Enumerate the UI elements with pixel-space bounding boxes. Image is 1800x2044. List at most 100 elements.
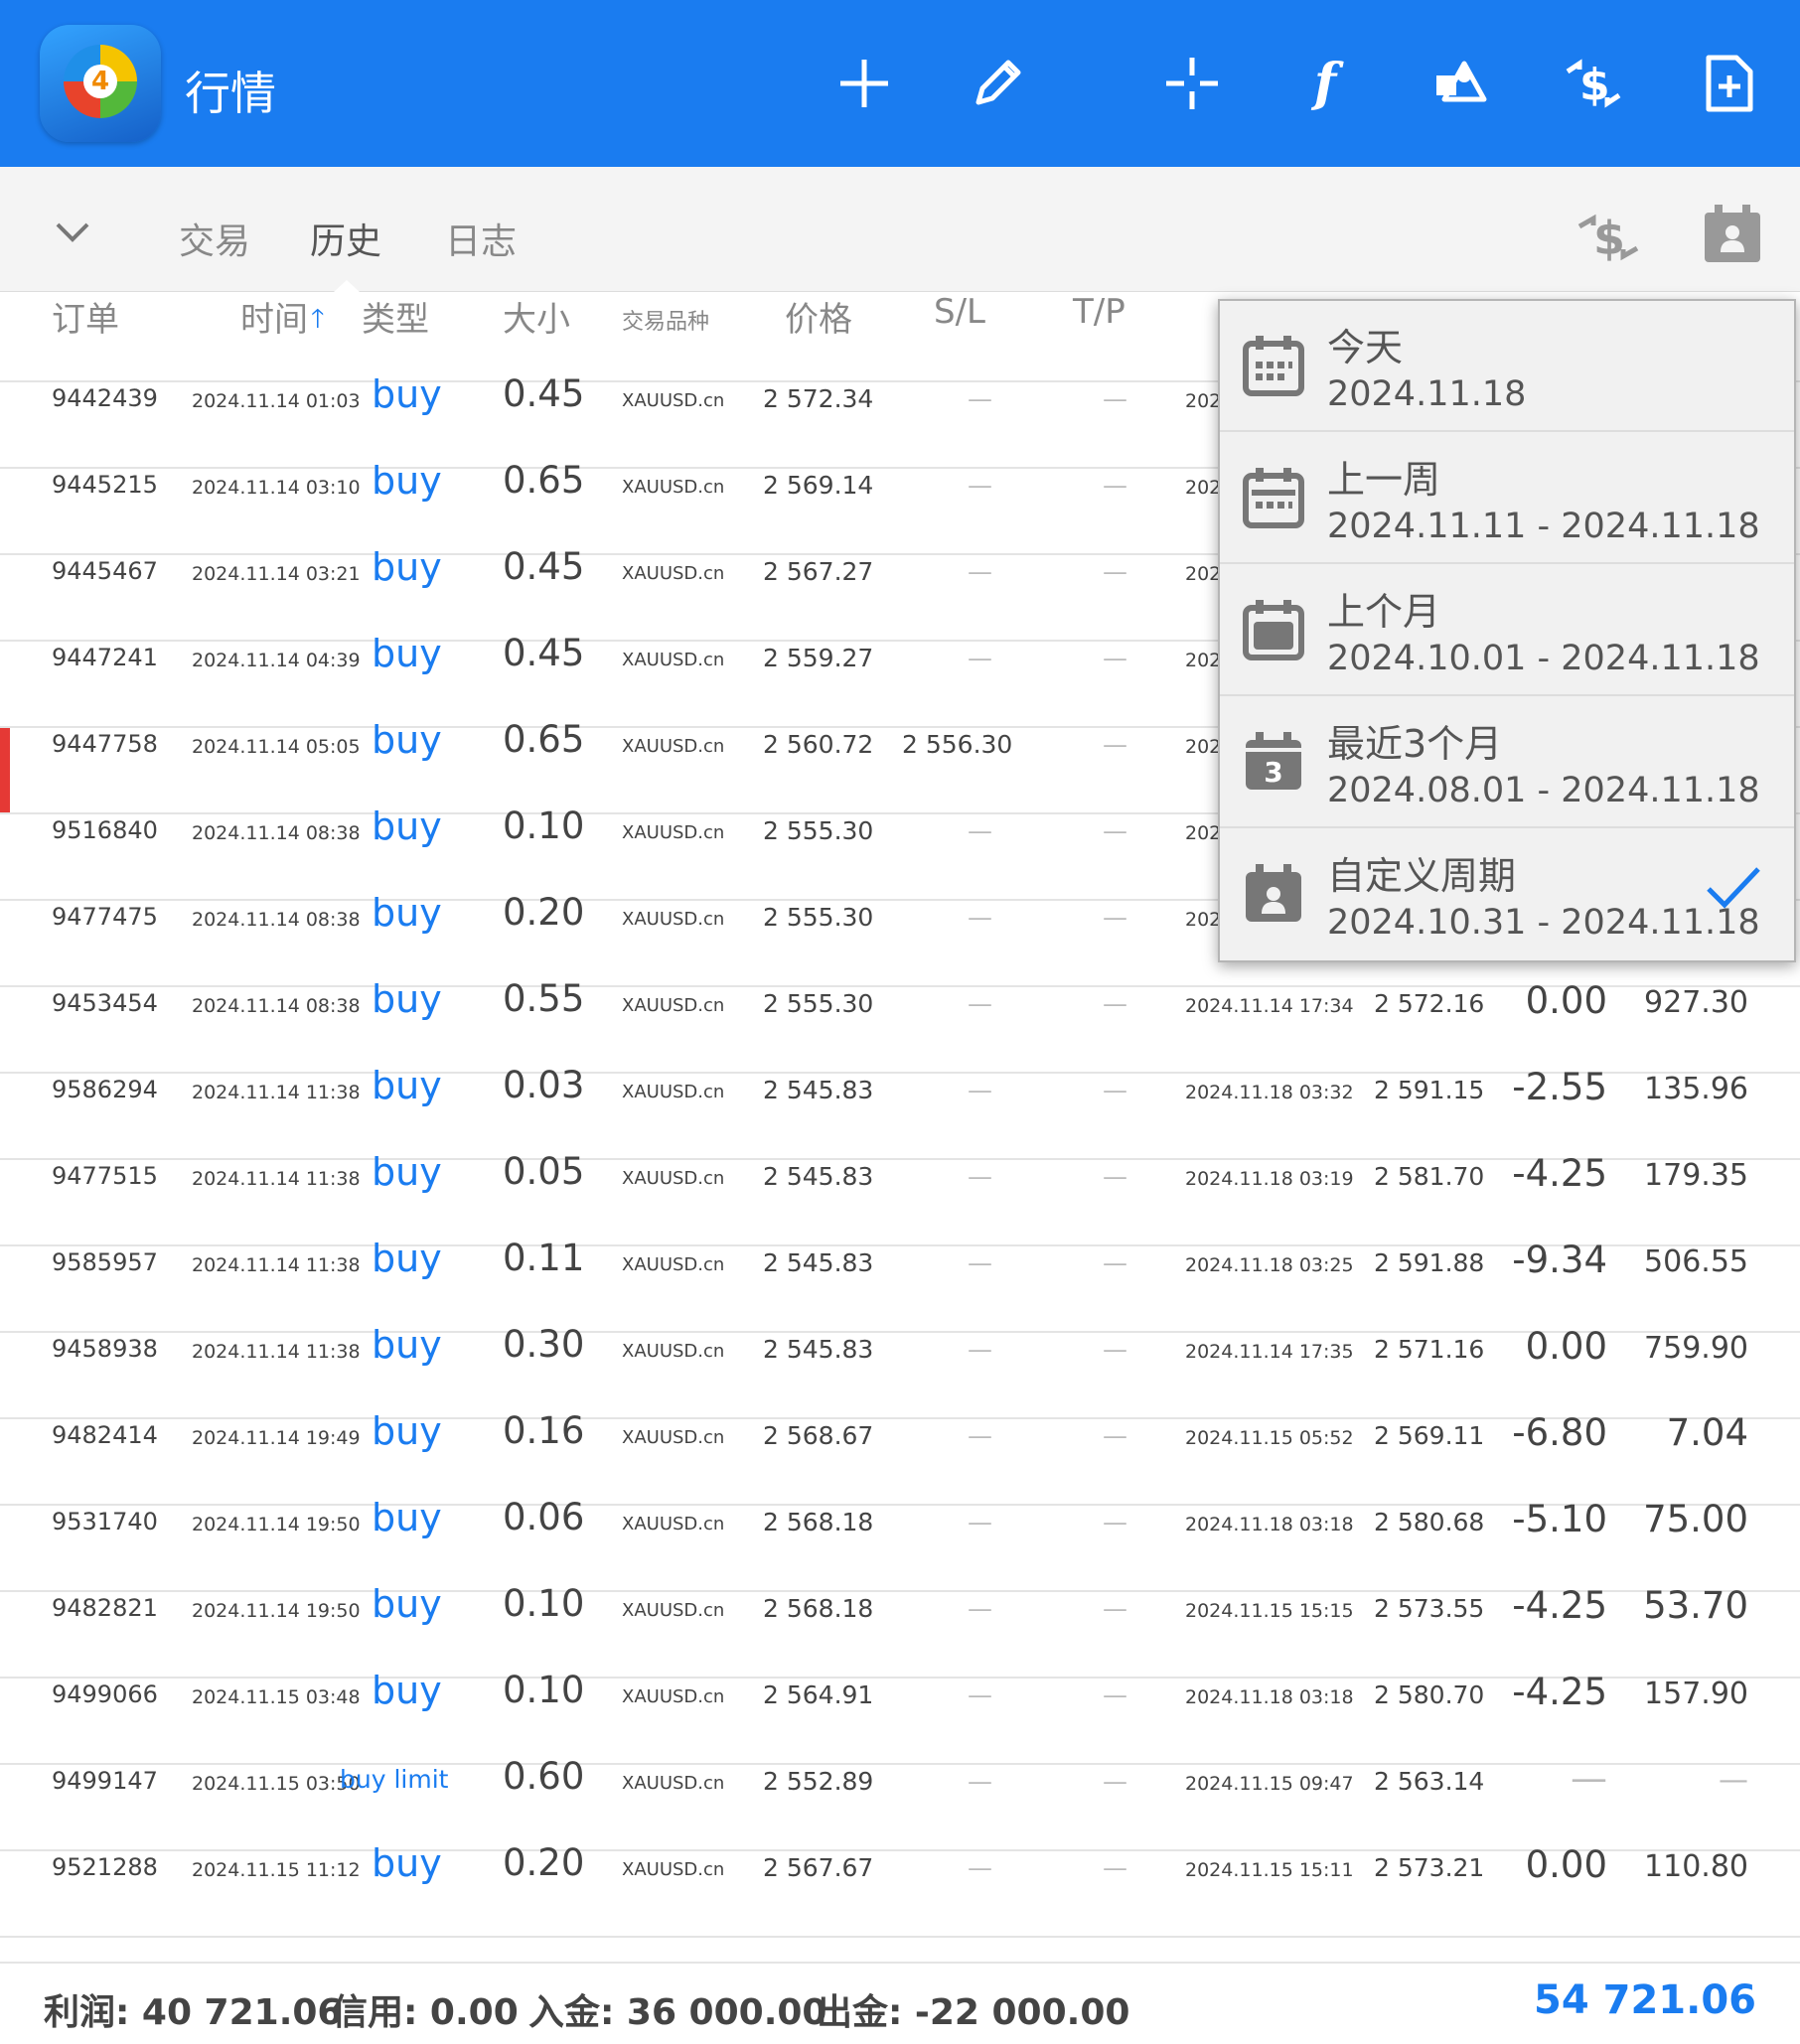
stop-loss: — xyxy=(968,1767,992,1796)
open-time: 2024.11.14 19:49 xyxy=(192,1427,361,1449)
table-row[interactable]: 9585957 2024.11.14 11:38 buy 0.11 XAUUSD.cn 2… xyxy=(0,1237,1800,1333)
mt4-logo-icon[interactable]: 4 xyxy=(40,25,161,142)
col-tp[interactable]: T/P xyxy=(1073,292,1125,332)
objects-icon[interactable] xyxy=(1428,52,1492,115)
period-option[interactable]: 上一周 2024.11.11 - 2024.11.18 xyxy=(1220,433,1794,564)
order-id: 9521288 xyxy=(52,1853,158,1881)
profit: 75.00 xyxy=(1643,1498,1748,1540)
open-time: 2024.11.14 05:05 xyxy=(192,736,361,758)
open-time: 2024.11.15 03:48 xyxy=(192,1686,361,1708)
stop-loss: — xyxy=(968,1508,992,1536)
close-time: 2024.11.15 05:52 xyxy=(1185,1427,1354,1449)
period-range: 2024.10.31 - 2024.11.18 xyxy=(1327,903,1760,943)
swap: -4.25 xyxy=(1512,1671,1607,1713)
table-row[interactable]: 9482821 2024.11.14 19:50 buy 0.10 XAUUSD.cn 2… xyxy=(0,1582,1800,1679)
period-menu: 今天 2024.11.18 上一周 2024.11.11 - 2024.11.18 上个… xyxy=(1218,299,1796,962)
stop-loss: 2 556.30 xyxy=(902,730,1013,759)
take-profit: — xyxy=(1103,1162,1127,1191)
table-row[interactable]: 9477515 2024.11.14 11:38 buy 0.05 XAUUSD.cn 2… xyxy=(0,1150,1800,1246)
lot-size: 0.55 xyxy=(503,977,585,1020)
order-id: 9516840 xyxy=(52,816,158,844)
period-option[interactable]: 3 最近3个月 2024.08.01 - 2024.11.18 xyxy=(1220,697,1794,828)
tab-history[interactable]: 历史 xyxy=(310,213,381,264)
stop-loss: — xyxy=(968,557,992,586)
open-price: 2 555.30 xyxy=(763,903,874,932)
symbol: XAUUSD.cn xyxy=(622,563,725,584)
table-row[interactable]: 9531740 2024.11.14 19:50 buy 0.06 XAUUSD.cn 2… xyxy=(0,1496,1800,1592)
col-price[interactable]: 价格 xyxy=(785,292,852,341)
swap: — xyxy=(1571,1757,1607,1800)
close-time: 2024.11.14 17:35 xyxy=(1185,1341,1354,1363)
table-row[interactable]: 9482414 2024.11.14 19:49 buy 0.16 XAUUSD.cn 2… xyxy=(0,1409,1800,1506)
custom-period-icon[interactable] xyxy=(1701,203,1764,270)
take-profit: — xyxy=(1103,1853,1127,1882)
order-id: 9445215 xyxy=(52,471,158,499)
stop-loss: — xyxy=(968,1162,992,1191)
lot-size: 0.06 xyxy=(503,1496,585,1538)
table-row[interactable]: 9458938 2024.11.14 11:38 buy 0.30 XAUUSD.cn 2… xyxy=(0,1323,1800,1419)
calendar-week-icon xyxy=(1242,466,1305,529)
tab-journal[interactable]: 日志 xyxy=(445,213,517,264)
open-price: 2 545.83 xyxy=(763,1162,874,1191)
credit-summary: 信用: 0.00 xyxy=(332,1992,519,2033)
table-row[interactable]: 9521288 2024.11.15 11:12 buy 0.20 XAUUSD.cn 2… xyxy=(0,1841,1800,1938)
open-time: 2024.11.14 08:38 xyxy=(192,822,361,844)
col-size[interactable]: 大小 xyxy=(503,292,570,341)
close-time: 202 xyxy=(1185,563,1222,585)
order-id: 9586294 xyxy=(52,1076,158,1103)
period-title: 自定义周期 xyxy=(1327,854,1517,898)
table-row[interactable]: 9586294 2024.11.14 11:38 buy 0.03 XAUUSD.cn 2… xyxy=(0,1064,1800,1160)
order-type: buy limit xyxy=(340,1765,449,1794)
balance-footer: 利润: 40 721.06 信用: 0.00 入金: 36 000.00 出金:… xyxy=(0,1962,1800,2044)
close-time: 2024.11.18 03:32 xyxy=(1185,1082,1354,1103)
add-icon[interactable] xyxy=(832,52,896,115)
lot-size: 0.45 xyxy=(503,545,585,588)
take-profit: — xyxy=(1103,1767,1127,1796)
order-type: buy xyxy=(372,1582,442,1626)
close-time: 202 xyxy=(1185,822,1222,844)
col-time[interactable]: 时间 xyxy=(240,292,308,341)
lot-size: 0.65 xyxy=(503,718,585,761)
table-row[interactable]: 9499147 2024.11.15 03:50 buy limit 0.60 XAUU… xyxy=(0,1755,1800,1851)
profit: 157.90 xyxy=(1644,1677,1748,1711)
period-option[interactable]: 上个月 2024.10.01 - 2024.11.18 xyxy=(1220,565,1794,696)
open-time: 2024.11.14 08:38 xyxy=(192,909,361,931)
col-order[interactable]: 订单 xyxy=(52,292,119,341)
take-profit: — xyxy=(1103,557,1127,586)
order-id: 9499066 xyxy=(52,1680,158,1708)
table-row[interactable]: 9453454 2024.11.14 08:38 buy 0.55 XAUUSD.cn 2… xyxy=(0,977,1800,1074)
symbol: XAUUSD.cn xyxy=(622,822,725,843)
tab-trade[interactable]: 交易 xyxy=(179,213,250,264)
open-time: 2024.11.14 19:50 xyxy=(192,1514,361,1535)
dollar-sync-icon[interactable]: $ xyxy=(1562,52,1625,115)
open-price: 2 560.72 xyxy=(763,730,874,759)
close-price: 2 563.14 xyxy=(1374,1767,1485,1796)
col-sl[interactable]: S/L xyxy=(934,292,985,332)
take-profit: — xyxy=(1103,1335,1127,1364)
close-price: 2 591.15 xyxy=(1374,1076,1485,1104)
order-id: 9442439 xyxy=(52,384,158,412)
new-document-icon[interactable] xyxy=(1697,52,1760,115)
order-type: buy xyxy=(372,977,442,1021)
crosshair-icon[interactable] xyxy=(1160,52,1224,115)
chevron-down-icon[interactable] xyxy=(54,220,91,248)
pencil-icon[interactable] xyxy=(966,52,1029,115)
stop-loss: — xyxy=(968,816,992,845)
symbol: XAUUSD.cn xyxy=(622,1773,725,1794)
function-icon[interactable]: f xyxy=(1293,52,1357,115)
table-row[interactable]: 9499066 2024.11.15 03:48 buy 0.10 XAUUSD.cn 2… xyxy=(0,1669,1800,1765)
symbol: XAUUSD.cn xyxy=(622,1427,725,1448)
swap: -9.34 xyxy=(1512,1239,1607,1281)
app-title: 行情 xyxy=(185,67,276,120)
col-symbol[interactable]: 交易品种 xyxy=(622,304,709,336)
open-price: 2 568.18 xyxy=(763,1508,874,1536)
take-profit: — xyxy=(1103,644,1127,672)
stop-loss: — xyxy=(968,644,992,672)
period-title: 上个月 xyxy=(1327,590,1441,634)
period-option[interactable]: 今天 2024.11.18 xyxy=(1220,301,1794,432)
dollar-sync-icon[interactable]: $ xyxy=(1574,205,1643,272)
col-type[interactable]: 类型 xyxy=(362,292,429,341)
order-type: buy xyxy=(372,545,442,589)
profit-summary: 利润: 40 721.06 xyxy=(44,1992,343,2033)
period-option[interactable]: 自定义周期 2024.10.31 - 2024.11.18 xyxy=(1220,829,1794,960)
